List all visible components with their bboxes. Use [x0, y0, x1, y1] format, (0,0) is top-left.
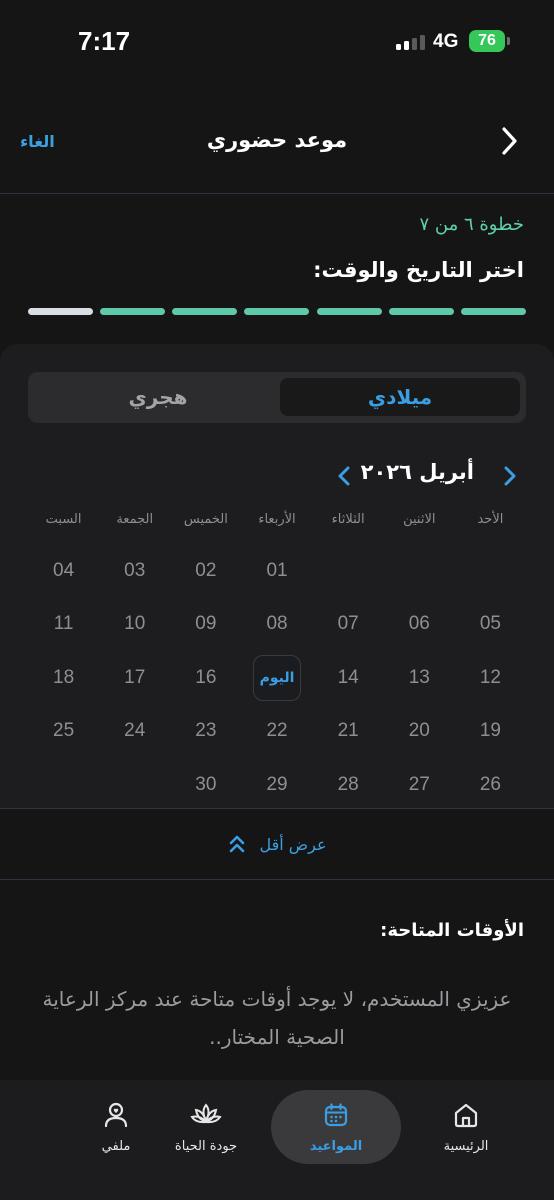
step-progress-bar [28, 308, 526, 316]
day-cell[interactable]: 14 [313, 651, 384, 705]
empty-day-cell [28, 758, 99, 812]
weekday-label: الأحد [477, 512, 504, 527]
nav-profile-label: ملفي [101, 1138, 131, 1154]
day-cell[interactable]: 06 [384, 598, 455, 652]
calendar-card: ميلادي هجري أبريل ٢٠٢٦ الأحد الاثنين الثلا… [0, 344, 554, 808]
day-cell[interactable]: 26 [455, 758, 526, 812]
page-title: موعد حضوري [206, 128, 348, 152]
no-times-message: عزيزي المستخدم، لا يوجد أوقات متاحة عند … [42, 987, 512, 1049]
status-bar: 7:17 4G 76 [0, 0, 554, 86]
day-cell[interactable]: 07 [313, 598, 384, 652]
show-less-label: عرض أقل [259, 834, 327, 854]
nav-quality-of-life-label: جودة الحياة [174, 1138, 238, 1154]
progress-segment [316, 308, 382, 315]
weekday-label: الأربعاء [258, 512, 296, 527]
day-cell[interactable]: 21 [313, 705, 384, 759]
cancel-button[interactable]: الغاء [20, 132, 55, 151]
chevron-right-icon [504, 466, 516, 486]
show-less-button[interactable]: عرض أقل [0, 808, 554, 880]
day-cell[interactable]: 03 [99, 544, 170, 598]
day-cell[interactable]: 17 [99, 651, 170, 705]
day-cell[interactable]: 11 [28, 598, 99, 652]
day-cell[interactable]: 27 [384, 758, 455, 812]
day-cell[interactable]: 28 [313, 758, 384, 812]
day-cell[interactable]: 09 [170, 598, 241, 652]
appointment-screen: 7:17 4G 76 موعد حضوري الغاء خطوة ٦ من ٧ … [0, 0, 554, 1200]
nav-appointments[interactable]: المواعيد [271, 1090, 401, 1164]
double-chevron-up-icon [229, 835, 244, 853]
nav-profile[interactable]: ملفي [64, 1090, 168, 1164]
gregorian-tab[interactable]: ميلادي [280, 378, 520, 416]
day-cell[interactable]: 12 [455, 651, 526, 705]
hijri-tab[interactable]: هجري [38, 378, 278, 416]
nav-appointments-label: المواعيد [309, 1138, 363, 1154]
day-cell[interactable]: 05 [455, 598, 526, 652]
day-cell[interactable]: 18 [28, 651, 99, 705]
day-cell[interactable]: 19 [455, 705, 526, 759]
chevron-left-icon [338, 466, 350, 486]
day-cell[interactable]: 23 [170, 705, 241, 759]
day-cell[interactable]: 25 [28, 705, 99, 759]
battery-tip [507, 37, 510, 45]
progress-segment [244, 308, 310, 315]
weekday-label: الجمعة [116, 512, 154, 527]
day-cell[interactable]: 01 [241, 544, 312, 598]
signal-icon [396, 34, 425, 50]
home-icon [454, 1103, 478, 1127]
lotus-icon [190, 1102, 222, 1123]
weekday-label: الخميس [183, 512, 228, 527]
calendar-icon [324, 1102, 348, 1126]
progress-segment [460, 308, 526, 315]
empty-day-cell [384, 544, 455, 598]
app-header: موعد حضوري الغاء [0, 100, 554, 194]
weekday-label: الثلاثاء [331, 512, 365, 527]
calendar-days-grid: 01 02 03 04 05 06 07 08 09 10 11 12 13 14 اليوم 16 17 18 1… [28, 544, 526, 812]
empty-day-cell [455, 544, 526, 598]
day-cell[interactable]: 08 [241, 598, 312, 652]
day-cell[interactable]: 24 [99, 705, 170, 759]
progress-segment [172, 308, 238, 315]
step-indicator: خطوة ٦ من ٧ [419, 214, 524, 235]
empty-day-cell [99, 758, 170, 812]
weekday-label: السبت [45, 512, 82, 527]
network-type: 4G [433, 31, 459, 52]
progress-segment [28, 308, 93, 315]
next-month-button[interactable] [332, 462, 356, 490]
previous-month-button[interactable] [498, 462, 522, 490]
nav-home[interactable]: الرئيسية [401, 1090, 531, 1164]
month-label: أبريل ٢٠٢٦ [360, 460, 474, 484]
battery-icon: 76 [469, 30, 505, 52]
profile-heart-icon [104, 1102, 128, 1127]
day-cell[interactable]: 10 [99, 598, 170, 652]
day-cell[interactable]: 02 [170, 544, 241, 598]
day-cell[interactable]: 04 [28, 544, 99, 598]
progress-segment [388, 308, 454, 315]
calendar-type-toggle: ميلادي هجري [28, 372, 526, 423]
today-cell[interactable]: اليوم [241, 651, 312, 705]
status-time: 7:17 [78, 26, 131, 56]
day-cell[interactable]: 30 [170, 758, 241, 812]
day-cell[interactable]: 22 [241, 705, 312, 759]
empty-day-cell [313, 544, 384, 598]
day-cell[interactable]: 29 [241, 758, 312, 812]
step-heading: اختر التاريخ والوقت: [313, 258, 524, 282]
progress-segment [100, 308, 166, 315]
battery-level: 76 [478, 32, 496, 49]
day-cell[interactable]: 16 [170, 651, 241, 705]
today-label: اليوم [253, 654, 302, 701]
nav-home-label: الرئيسية [443, 1138, 489, 1154]
day-cell[interactable]: 20 [384, 705, 455, 759]
weekday-header: الأحد الاثنين الثلاثاء الأربعاء الخميس الجمعة… [28, 512, 526, 536]
bottom-navigation: الرئيسية المواعيد جودة الحياة ملفي [0, 1080, 554, 1200]
weekday-label: الاثنين [403, 512, 436, 527]
available-times-title: الأوقات المتاحة: [380, 920, 524, 941]
month-navigation: أبريل ٢٠٢٦ [0, 458, 554, 494]
day-cell[interactable]: 13 [384, 651, 455, 705]
